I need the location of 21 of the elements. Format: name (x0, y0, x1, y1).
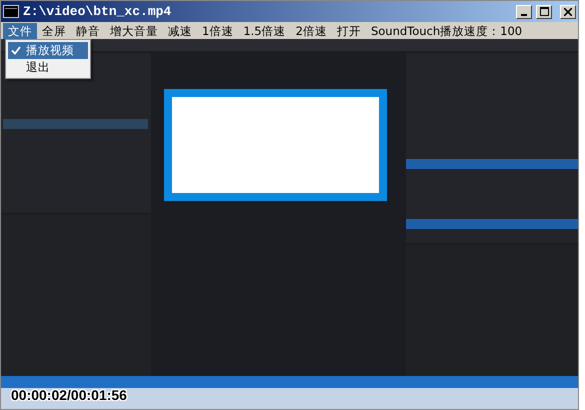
menu-item[interactable]: SoundTouch播放速度：100 (366, 22, 528, 38)
menu-item[interactable]: 减速 (163, 22, 197, 38)
window-title: Z:\video\btn_xc.mp4 (23, 2, 172, 21)
close-icon (564, 8, 572, 16)
menu-item[interactable]: 播放视频 (8, 42, 88, 59)
menu-item[interactable]: 打开 (332, 22, 366, 38)
minimize-icon (521, 14, 527, 16)
menu-item[interactable]: 1倍速 (197, 22, 238, 38)
menu-item[interactable]: 退出 (8, 59, 88, 76)
menu-item[interactable]: 2倍速 (290, 22, 332, 38)
menu-item[interactable]: 静音 (71, 22, 105, 38)
app-icon (3, 5, 19, 18)
close-button[interactable] (560, 4, 576, 18)
maximize-icon (540, 7, 548, 16)
timecode: 00:00:02/00:01:56 (11, 386, 127, 405)
menu-item[interactable]: 1.5倍速 (238, 22, 291, 38)
maximize-button[interactable] (536, 4, 552, 18)
minimize-button[interactable] (516, 4, 532, 18)
menu-item[interactable]: 文件 (3, 22, 37, 38)
menu-item[interactable]: 全屏 (37, 22, 71, 38)
menu-item[interactable]: 增大音量 (105, 22, 163, 38)
